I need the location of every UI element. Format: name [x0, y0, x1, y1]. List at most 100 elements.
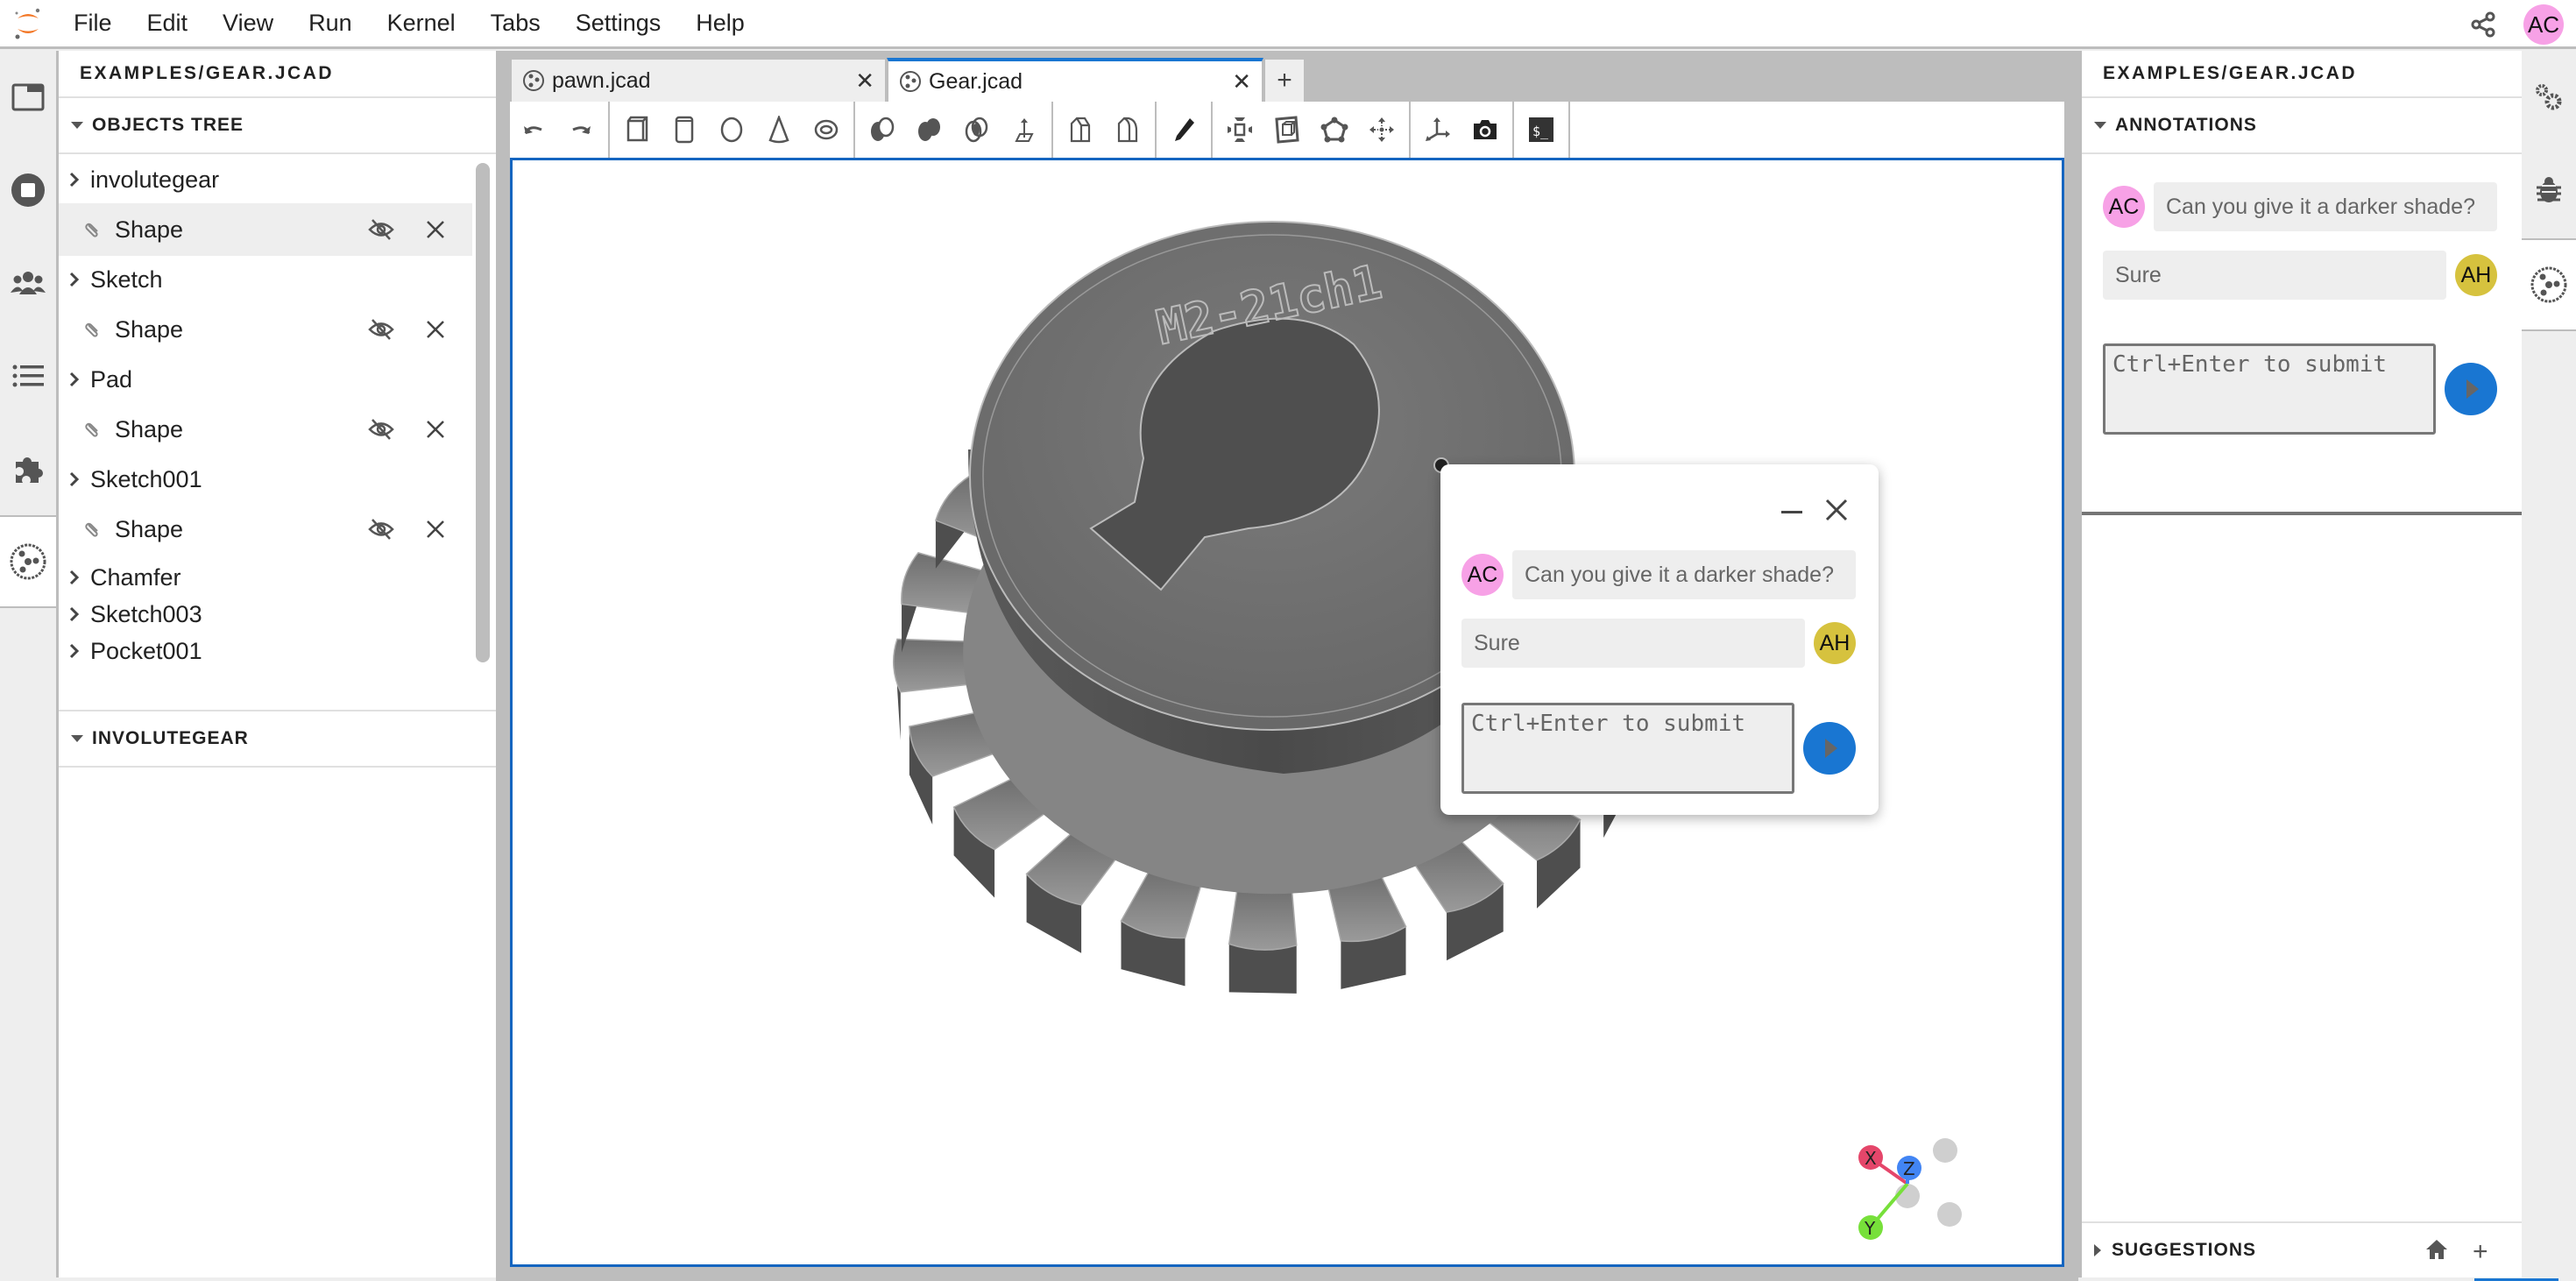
- tab-gear[interactable]: Gear.jcad ✕: [887, 58, 1263, 102]
- intersection-icon[interactable]: [953, 102, 1001, 158]
- toolbar-separator: [853, 102, 855, 158]
- toolbar-separator: [1155, 102, 1157, 158]
- transform-icon[interactable]: [1358, 102, 1405, 158]
- chevron-right-icon[interactable]: [59, 372, 90, 387]
- debugger-icon[interactable]: [2522, 144, 2576, 237]
- sketch-icon[interactable]: [1160, 102, 1207, 158]
- tree-item-shape[interactable]: Shape: [59, 203, 472, 256]
- toolbar-separator: [1512, 102, 1514, 158]
- tree-item-shape[interactable]: Shape: [59, 503, 472, 556]
- submit-button[interactable]: [1803, 722, 1856, 775]
- menu-help[interactable]: Help: [678, 10, 762, 37]
- chevron-right-icon[interactable]: [59, 570, 90, 585]
- toggle-visibility-icon[interactable]: [362, 410, 400, 449]
- minimize-button[interactable]: [1779, 499, 1805, 526]
- properties-header[interactable]: INVOLUTEGEAR: [59, 711, 499, 768]
- paperclip-icon: [85, 316, 101, 343]
- gear-tooth: [893, 638, 974, 693]
- sphere-icon[interactable]: [708, 102, 755, 158]
- cut-icon[interactable]: [859, 102, 906, 158]
- cylinder-icon[interactable]: [661, 102, 708, 158]
- remove-icon[interactable]: [416, 510, 455, 548]
- box-icon[interactable]: [613, 102, 661, 158]
- extrude-icon[interactable]: [1001, 102, 1048, 158]
- share-icon[interactable]: [2466, 7, 2501, 42]
- console-icon[interactable]: $_: [1518, 102, 1565, 158]
- tab-pawn[interactable]: pawn.jcad ✕: [510, 58, 887, 102]
- chamfer-icon[interactable]: [1057, 102, 1104, 158]
- chevron-right-icon[interactable]: [59, 643, 90, 659]
- toggle-visibility-icon[interactable]: [362, 510, 400, 548]
- toggle-visibility-icon[interactable]: [362, 310, 400, 349]
- menu-run[interactable]: Run: [291, 10, 370, 37]
- chevron-right-icon[interactable]: [59, 272, 90, 287]
- jupytercad-annotations-icon[interactable]: [2522, 238, 2576, 331]
- tree-scrollbar[interactable]: [476, 163, 490, 662]
- tree-item-sketch[interactable]: Sketch: [59, 256, 472, 303]
- table-of-contents-icon[interactable]: [0, 329, 56, 422]
- chevron-right-icon[interactable]: [59, 606, 90, 622]
- menu-settings[interactable]: Settings: [558, 10, 679, 37]
- annotations-header[interactable]: ANNOTATIONS: [2082, 98, 2522, 154]
- screenshot-icon[interactable]: [1461, 102, 1509, 158]
- menu-kernel[interactable]: Kernel: [370, 10, 473, 37]
- menu-file[interactable]: File: [56, 10, 130, 37]
- collaborators-icon[interactable]: [0, 237, 56, 329]
- user-avatar[interactable]: AC: [2523, 4, 2564, 45]
- comment-input[interactable]: [2103, 343, 2436, 435]
- gear-tooth: [1228, 886, 1298, 951]
- tree-item-pocket001[interactable]: Pocket001: [59, 633, 472, 669]
- tree-item-involutegear[interactable]: involutegear: [59, 156, 472, 203]
- tree-item-pad[interactable]: Pad: [59, 356, 472, 403]
- axes-gizmo[interactable]: X Z Y: [1853, 1124, 1976, 1247]
- menu-view[interactable]: View: [205, 10, 291, 37]
- panel-title: EXAMPLES/GEAR.JCAD: [2082, 51, 2522, 98]
- undo-icon[interactable]: [510, 102, 557, 158]
- menu-edit[interactable]: Edit: [130, 10, 206, 37]
- fillet-icon[interactable]: [1104, 102, 1151, 158]
- running-kernels-icon[interactable]: [0, 144, 56, 237]
- remove-icon[interactable]: [416, 410, 455, 449]
- suggestions-header[interactable]: SUGGESTIONS +: [2082, 1221, 2522, 1277]
- jupytercad-icon[interactable]: [0, 515, 56, 608]
- redo-icon[interactable]: [557, 102, 605, 158]
- property-inspector-icon[interactable]: [2522, 51, 2576, 144]
- close-tab-icon[interactable]: ✕: [1232, 68, 1251, 96]
- tree-item-shape[interactable]: Shape: [59, 403, 472, 456]
- comment-input[interactable]: [1461, 703, 1794, 794]
- remove-icon[interactable]: [416, 210, 455, 249]
- submit-button[interactable]: [2445, 363, 2497, 415]
- toolbar: $_: [510, 102, 2064, 158]
- tree-item-chamfer[interactable]: Chamfer: [59, 559, 472, 596]
- chevron-right-icon[interactable]: [59, 172, 90, 188]
- home-icon[interactable]: [2425, 1239, 2448, 1265]
- add-icon[interactable]: +: [2473, 1237, 2489, 1267]
- wireframe-icon[interactable]: [1311, 102, 1358, 158]
- clip-plane-icon[interactable]: [1263, 102, 1311, 158]
- jupytercad-file-icon: [522, 69, 545, 92]
- union-icon[interactable]: [906, 102, 953, 158]
- right-panel: EXAMPLES/GEAR.JCAD ANNOTATIONS AC Can yo…: [2078, 51, 2522, 1277]
- cone-icon[interactable]: [755, 102, 803, 158]
- tree-item-sketch003[interactable]: Sketch003: [59, 596, 472, 633]
- chevron-right-icon[interactable]: [59, 471, 90, 487]
- avatar: AH: [2455, 254, 2497, 296]
- close-tab-icon[interactable]: ✕: [855, 67, 874, 95]
- objects-tree-header[interactable]: OBJECTS TREE: [59, 98, 496, 154]
- menu-tabs[interactable]: Tabs: [473, 10, 558, 37]
- suggestions-title: SUGGESTIONS: [2112, 1240, 2257, 1260]
- tab-label: Gear.jcad: [929, 68, 1023, 94]
- file-browser-icon[interactable]: [0, 51, 56, 144]
- exploded-view-icon[interactable]: [1216, 102, 1263, 158]
- new-tab-button[interactable]: +: [1263, 58, 1306, 102]
- axes-helper-icon[interactable]: [1414, 102, 1461, 158]
- tree-item-sketch001[interactable]: Sketch001: [59, 456, 472, 503]
- close-button[interactable]: [1821, 494, 1852, 526]
- collapse-icon: [71, 735, 83, 742]
- tree-item-shape[interactable]: Shape: [59, 303, 472, 356]
- torus-icon[interactable]: [803, 102, 850, 158]
- toggle-visibility-icon[interactable]: [362, 210, 400, 249]
- remove-icon[interactable]: [416, 310, 455, 349]
- extensions-icon[interactable]: [0, 422, 56, 515]
- gear-tooth-side: [1228, 944, 1297, 994]
